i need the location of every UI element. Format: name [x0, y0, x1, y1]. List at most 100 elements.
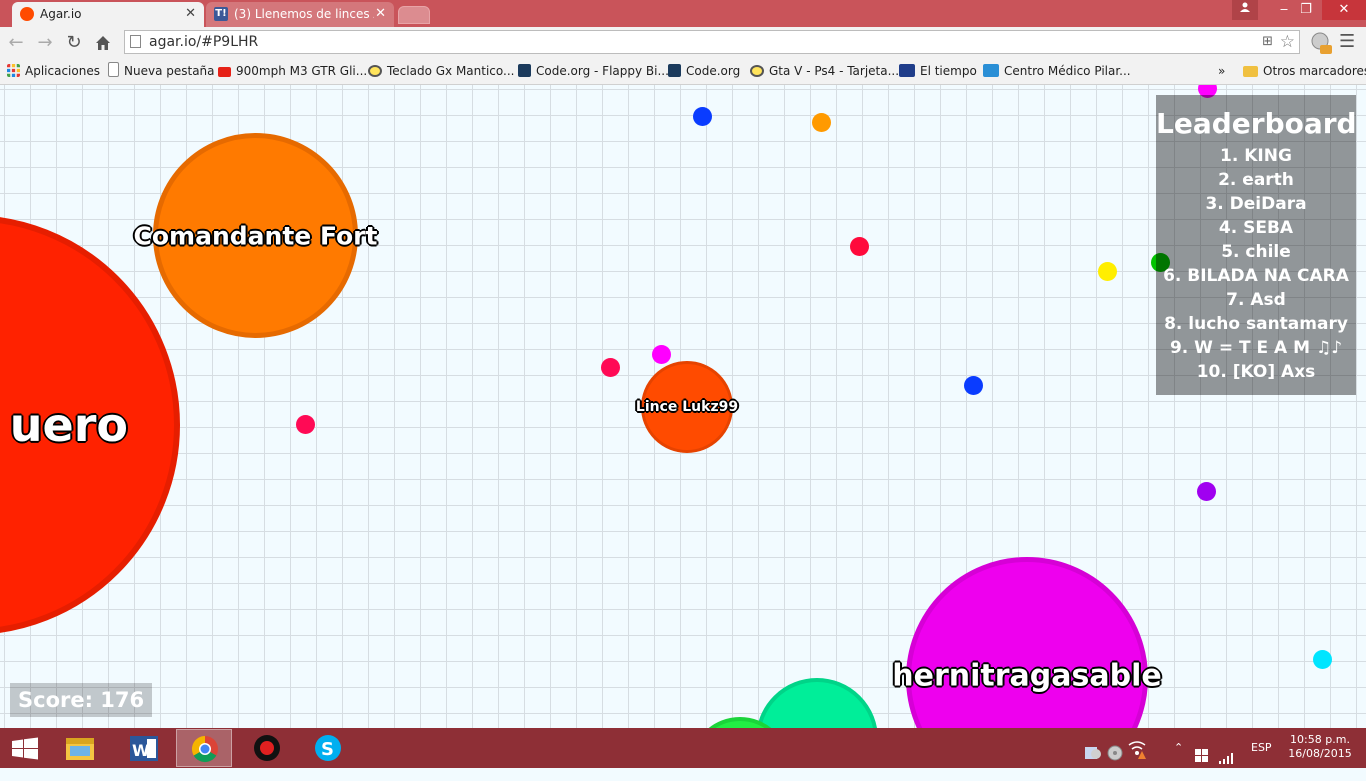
food-pellet: [601, 358, 620, 377]
food-pellet: [296, 415, 315, 434]
food-pellet: [1197, 482, 1216, 501]
tray-expand-chevron-icon[interactable]: ⌃: [1174, 728, 1183, 768]
folder-blue-icon: [983, 64, 999, 77]
tray-apps-icon[interactable]: [1084, 739, 1102, 779]
bookmark-apps[interactable]: Aplicaciones: [7, 61, 100, 81]
bookmark-youtube[interactable]: 900mph M3 GTR Gli...: [218, 61, 367, 81]
tray-windows-icon[interactable]: [1195, 740, 1209, 780]
new-tab-button[interactable]: [398, 6, 430, 24]
leaderboard-entry: 5. chile: [1221, 242, 1291, 262]
bookmark-label: Code.org: [686, 64, 741, 78]
browser-title-bar: Agar.io ✕ T! (3) Llenemos de linces Ag ✕…: [0, 0, 1366, 27]
tray-signal-icon[interactable]: [1219, 741, 1235, 781]
other-bookmarks[interactable]: Otros marcadores: [1243, 61, 1366, 81]
twc-icon: [899, 64, 915, 77]
recorder-icon[interactable]: [239, 729, 295, 767]
bookmark-label: Centro Médico Pilar...: [1004, 64, 1131, 78]
cell-name: uero: [9, 398, 128, 452]
codeorg-icon: [668, 64, 681, 77]
shop-icon: [368, 65, 382, 77]
food-pellet: [693, 107, 712, 126]
bookmark-codeorg[interactable]: Code.org: [668, 61, 740, 81]
youtube-icon: [218, 67, 231, 77]
browser-toolbar: ← → ↻ agar.io/#P9LHR ⊞ ☆ ☰: [0, 27, 1366, 60]
page-icon: [130, 35, 141, 48]
shop-icon: [750, 65, 764, 77]
score-display: Score: 176: [10, 683, 153, 717]
food-pellet: [964, 376, 983, 395]
maximize-icon[interactable]: ❐: [1288, 0, 1324, 20]
svg-text:W: W: [132, 741, 150, 760]
bookmark-label: Nueva pestaña: [124, 64, 215, 78]
windows-taskbar: W S ⌃ ESP 10:58 p.m. 16/08/2015: [0, 728, 1366, 768]
bookmark-label: Aplicaciones: [25, 64, 100, 78]
leaderboard-entry: 1. KING: [1220, 146, 1292, 166]
bookmark-star-icon[interactable]: ☆: [1280, 31, 1295, 53]
bookmark-new-tab[interactable]: Nueva pestaña: [108, 61, 215, 81]
close-tab-icon[interactable]: ✕: [375, 2, 386, 26]
forward-arrow-icon[interactable]: →: [34, 32, 56, 54]
bookmarks-bar: Aplicaciones Nueva pestaña 900mph M3 GTR…: [0, 60, 1366, 85]
food-pellet: [812, 113, 831, 132]
bookmark-centro-medico[interactable]: Centro Médico Pilar...: [983, 61, 1131, 81]
cell-name: Comandante Fort: [133, 221, 378, 250]
translate-icon[interactable]: ⊞: [1262, 34, 1273, 49]
tab-agar[interactable]: Agar.io ✕: [12, 2, 204, 27]
tray-language[interactable]: ESP: [1251, 728, 1272, 768]
reload-icon[interactable]: ↻: [63, 32, 85, 54]
game-canvas[interactable]: uero Comandante Fort Lince Lukz99 hernit…: [0, 85, 1366, 728]
tab-lince[interactable]: T! (3) Llenemos de linces Ag ✕: [206, 2, 394, 27]
file-explorer-icon[interactable]: [52, 729, 108, 767]
user-profile-icon[interactable]: [1232, 0, 1258, 20]
tab-title: Agar.io: [40, 7, 82, 21]
cell-name: hernitragasable: [892, 658, 1162, 694]
leaderboard-entry: 8. lucho santamary: [1164, 314, 1348, 334]
close-window-icon[interactable]: ✕: [1322, 0, 1366, 20]
back-arrow-icon[interactable]: ←: [5, 32, 27, 54]
bookmark-el-tiempo[interactable]: El tiempo: [899, 61, 977, 81]
home-icon[interactable]: [92, 32, 114, 54]
close-tab-icon[interactable]: ✕: [185, 2, 196, 26]
menu-icon[interactable]: ☰: [1339, 31, 1355, 52]
player-cell: [756, 678, 878, 728]
address-bar[interactable]: agar.io/#P9LHR ⊞ ☆: [124, 30, 1300, 54]
leaderboard-entry: 4. SEBA: [1218, 218, 1294, 238]
food-pellet: [850, 237, 869, 256]
leaderboard-list: 1. KING 2. earth 3. DeiDara 4. SEBA 5. c…: [1156, 144, 1356, 384]
word-icon[interactable]: W: [115, 729, 171, 767]
url-text[interactable]: agar.io/#P9LHR: [149, 31, 258, 53]
skype-icon[interactable]: S: [300, 729, 356, 767]
leaderboard-entry: 3. DeiDara: [1205, 194, 1307, 214]
food-pellet: [1098, 262, 1117, 281]
bookmark-label: Teclado Gx Mantico...: [387, 64, 515, 78]
chrome-icon[interactable]: [176, 729, 232, 767]
bookmark-label: El tiempo: [920, 64, 977, 78]
bookmark-teclado[interactable]: Teclado Gx Mantico...: [368, 61, 514, 81]
leaderboard-title: Leaderboard: [1156, 107, 1357, 140]
tab-title: (3) Llenemos de linces Ag: [234, 7, 374, 21]
bookmark-gtav[interactable]: Gta V - Ps4 - Tarjeta...: [750, 61, 899, 81]
bookmarks-overflow-chevron-icon[interactable]: »: [1218, 61, 1225, 81]
clock-date: 16/08/2015: [1288, 747, 1352, 760]
tray-disk-icon[interactable]: [1106, 739, 1124, 779]
facebook-favicon-icon: T!: [214, 7, 228, 21]
leaderboard-entry: 7. Asd: [1226, 290, 1286, 310]
leaderboard-entry: 10. [KO] Axs: [1196, 362, 1316, 382]
food-pellet: [1313, 650, 1332, 669]
bookmark-codeorg-flappy[interactable]: Code.org - Flappy Bi...: [518, 61, 669, 81]
player-cell: Comandante Fort: [134, 133, 377, 338]
apps-grid-icon: [7, 64, 20, 77]
player-cell: hernitragasable: [892, 557, 1162, 728]
player-cell: uero: [0, 215, 180, 635]
extension-icon[interactable]: [1310, 31, 1332, 55]
svg-text:S: S: [321, 739, 334, 760]
leaderboard-entry: 6. BILADA NA CARA: [1163, 266, 1349, 286]
page-icon: [108, 62, 119, 77]
start-icon[interactable]: [0, 729, 50, 767]
tray-network-activity-icon[interactable]: [1126, 738, 1148, 778]
bookmark-label: Gta V - Ps4 - Tarjeta...: [769, 64, 900, 78]
leaderboard-entry: 2. earth: [1218, 170, 1294, 190]
bookmark-label: Code.org - Flappy Bi...: [536, 64, 669, 78]
tray-clock[interactable]: 10:58 p.m. 16/08/2015: [1284, 733, 1356, 761]
leaderboard-entry: 9. W = T E A M ♫♪: [1169, 338, 1343, 358]
